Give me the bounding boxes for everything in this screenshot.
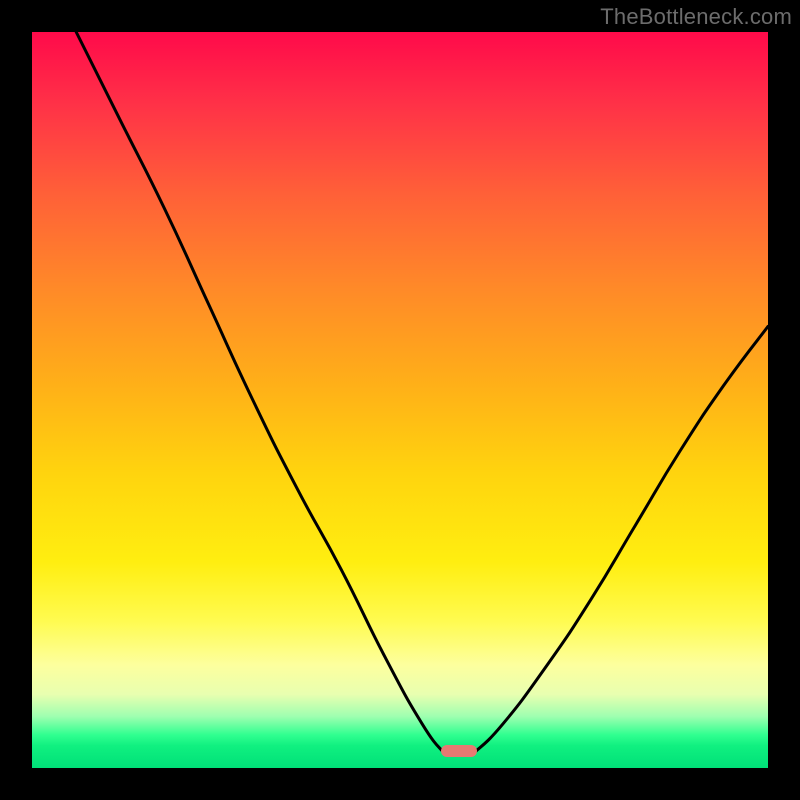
curve-left <box>76 32 444 753</box>
curve-right <box>474 326 768 753</box>
optimal-marker <box>441 745 477 757</box>
plot-area <box>32 32 768 768</box>
bottleneck-curve <box>32 32 768 768</box>
watermark-text: TheBottleneck.com <box>600 4 792 30</box>
chart-frame: TheBottleneck.com <box>0 0 800 800</box>
